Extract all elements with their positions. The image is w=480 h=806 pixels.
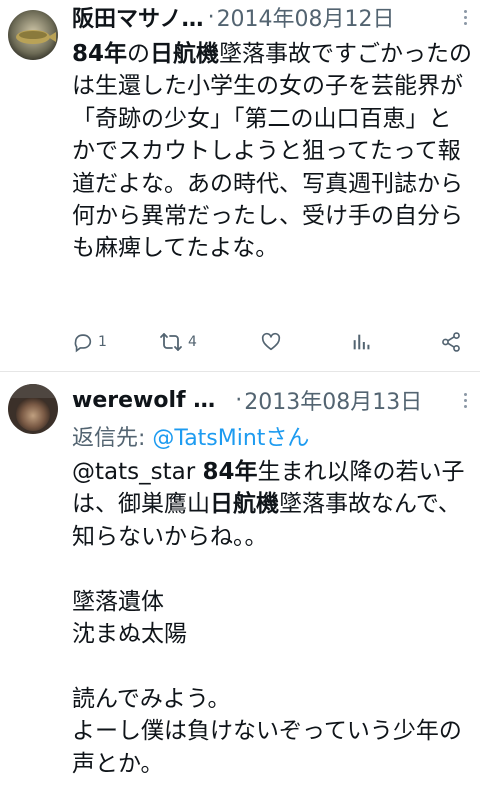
- share-button[interactable]: [440, 328, 462, 356]
- text-plain: の: [127, 41, 151, 67]
- share-icon: [442, 332, 460, 352]
- text-plain: 墜落事故なんで、知らないからね。。 墜落遺体 沈まぬ太陽 読んでみよう。 よーし…: [72, 491, 462, 777]
- tweet-1[interactable]: 阪田マサノ… · 2014年08月12日 84年の日航機墜落事故ですごかったのは…: [0, 0, 480, 372]
- tweet-header: werewolf … · 2013年08月13日: [72, 384, 472, 416]
- tweet-date[interactable]: 2014年08月12日: [217, 1, 395, 33]
- text-plain: 墜落事故ですごかったのは生還した小学生の女の子を芸能界が「奇跡の少女」「第二の山…: [72, 41, 473, 262]
- reply-to-label: 返信先:: [72, 426, 153, 451]
- like-icon: [261, 332, 281, 351]
- tweet-2[interactable]: werewolf … · 2013年08月13日 返信先: @TatsMintさ…: [0, 372, 480, 806]
- avatar[interactable]: [8, 10, 58, 60]
- more-icon[interactable]: [458, 1, 472, 33]
- analytics-icon: [353, 334, 370, 350]
- text-bold: 日航機: [150, 41, 220, 67]
- tweet-header: 阪田マサノ… · 2014年08月12日: [72, 1, 472, 33]
- separator: ·: [235, 387, 243, 413]
- mention-text: @tats_star: [72, 459, 203, 485]
- analytics-button[interactable]: [350, 328, 372, 356]
- tweet-date[interactable]: 2013年08月13日: [244, 384, 422, 416]
- reply-to-handle[interactable]: @TatsMintさん: [152, 426, 309, 451]
- reply-icon: [74, 334, 92, 353]
- retweet-icon: [160, 333, 182, 351]
- retweet-count: 4: [188, 334, 197, 350]
- display-name[interactable]: 阪田マサノ…: [72, 1, 204, 33]
- display-name[interactable]: werewolf …: [72, 388, 215, 413]
- more-icon[interactable]: [458, 384, 472, 416]
- text-bold: 84年: [72, 41, 128, 67]
- reply-count: 1: [98, 334, 107, 350]
- avatar[interactable]: [8, 384, 58, 434]
- action-bar: 1 4: [72, 328, 466, 356]
- separator: ·: [207, 4, 215, 30]
- reply-button[interactable]: 1: [72, 328, 107, 356]
- tweet-text: 84年の日航機墜落事故ですごかったのは生還した小学生の女の子を芸能界が「奇跡の少…: [72, 38, 474, 318]
- retweet-button[interactable]: 4: [158, 328, 197, 356]
- text-bold: 日航機: [210, 491, 279, 518]
- tweet-text: @tats_star 84年生まれ以降の若い子は、御巣鷹山日航機墜落事故なんで、…: [72, 456, 474, 806]
- reply-to-line: 返信先: @TatsMintさん: [72, 420, 309, 452]
- text-bold: 84年: [202, 459, 258, 485]
- like-button[interactable]: [260, 328, 282, 356]
